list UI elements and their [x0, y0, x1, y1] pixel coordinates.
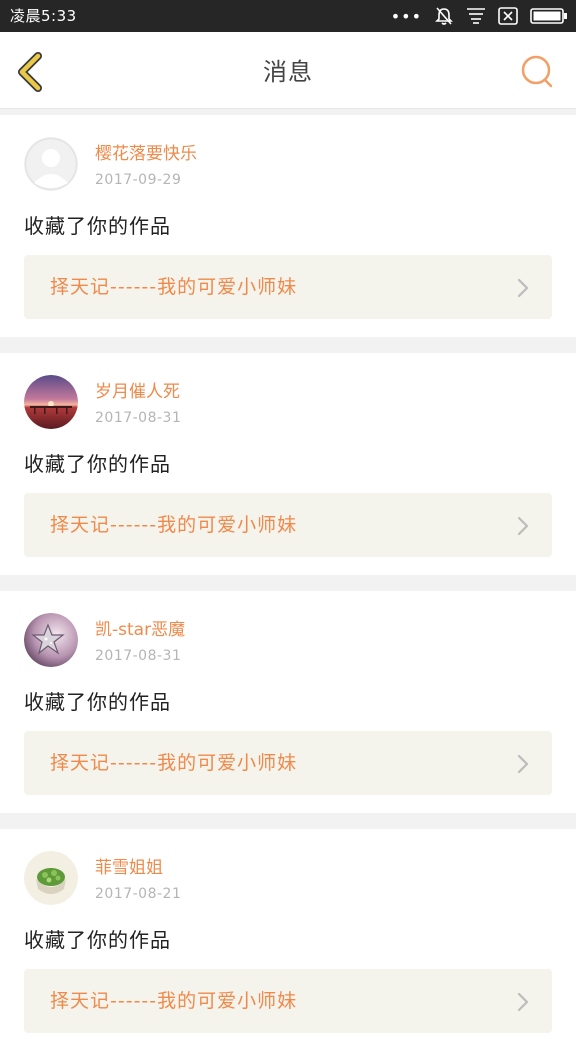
- work-title: 择天记------我的可爱小师妹: [50, 752, 298, 774]
- action-text: 收藏了你的作品: [24, 214, 171, 238]
- action-text: 收藏了你的作品: [24, 452, 171, 476]
- status-icons: •••: [379, 6, 568, 26]
- status-bar: 凌晨5:33 •••: [0, 0, 576, 32]
- plant-avatar-icon: [24, 851, 78, 905]
- message-card: 凯-star恶魔 2017-08-31 收藏了你的作品 择天记------我的可…: [0, 591, 576, 813]
- user-name[interactable]: 菲雪姐姐: [95, 857, 163, 879]
- work-title: 择天记------我的可爱小师妹: [50, 276, 298, 298]
- work-link[interactable]: 择天记------我的可爱小师妹: [24, 493, 552, 557]
- default-avatar-icon: [24, 137, 78, 191]
- more-dots-icon: •••: [390, 6, 422, 26]
- chevron-right-icon: [517, 754, 529, 774]
- message-list: 樱花落要快乐 2017-09-29 收藏了你的作品 择天记------我的可爱小…: [0, 109, 576, 1051]
- notification-list-icon: [466, 7, 486, 25]
- search-icon: [521, 55, 553, 88]
- message-card: 菲雪姐姐 2017-08-21 收藏了你的作品 择天记------我的可爱小师妹: [0, 829, 576, 1051]
- chevron-right-icon: [517, 278, 529, 298]
- action-text: 收藏了你的作品: [24, 928, 171, 952]
- action-text: 收藏了你的作品: [24, 690, 171, 714]
- avatar[interactable]: [24, 375, 78, 429]
- avatar[interactable]: [24, 613, 78, 667]
- chevron-right-icon: [517, 516, 529, 536]
- message-date: 2017-08-21: [95, 886, 182, 902]
- user-name[interactable]: 岁月催人死: [95, 381, 180, 403]
- work-title: 择天记------我的可爱小师妹: [50, 514, 298, 536]
- page-title: 消息: [263, 58, 313, 86]
- status-time: 凌晨5:33: [10, 7, 77, 25]
- chevron-right-icon: [517, 992, 529, 1012]
- message-date: 2017-09-29: [95, 172, 182, 188]
- avatar[interactable]: [24, 137, 78, 191]
- work-link[interactable]: 择天记------我的可爱小师妹: [24, 731, 552, 795]
- avatar[interactable]: [24, 851, 78, 905]
- work-link[interactable]: 择天记------我的可爱小师妹: [24, 969, 552, 1033]
- message-card: 樱花落要快乐 2017-09-29 收藏了你的作品 择天记------我的可爱小…: [0, 115, 576, 337]
- sim-blocked-icon: [498, 7, 518, 25]
- message-card: 岁月催人死 2017-08-31 收藏了你的作品 择天记------我的可爱小师…: [0, 353, 576, 575]
- nav-bar: 消息: [0, 32, 576, 109]
- work-link[interactable]: 择天记------我的可爱小师妹: [24, 255, 552, 319]
- sunset-avatar-icon: [24, 375, 78, 429]
- battery-icon: [530, 7, 568, 25]
- mute-bell-icon: [434, 6, 454, 26]
- user-name[interactable]: 凯-star恶魔: [95, 619, 185, 641]
- message-date: 2017-08-31: [95, 410, 182, 426]
- message-date: 2017-08-31: [95, 648, 182, 664]
- work-title: 择天记------我的可爱小师妹: [50, 990, 298, 1012]
- user-name[interactable]: 樱花落要快乐: [95, 143, 197, 165]
- star-avatar-icon: [24, 613, 78, 667]
- search-button[interactable]: [520, 54, 556, 90]
